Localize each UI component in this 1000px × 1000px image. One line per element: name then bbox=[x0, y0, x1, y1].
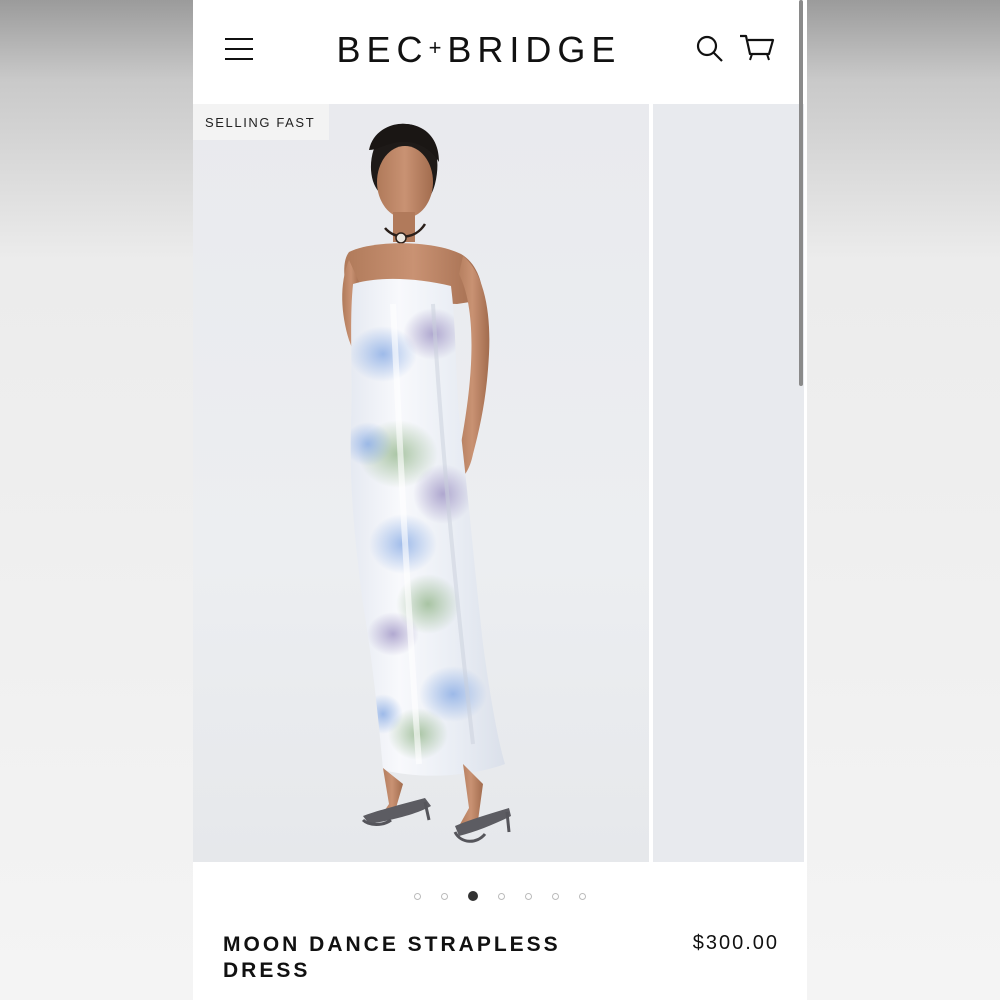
pagination-dot-5[interactable] bbox=[525, 892, 532, 900]
pagination-dot-2[interactable] bbox=[441, 892, 448, 900]
scrollbar[interactable] bbox=[799, 0, 803, 386]
pagination-dot-6[interactable] bbox=[552, 892, 559, 900]
pagination-dot-7[interactable] bbox=[579, 892, 586, 900]
left-backdrop bbox=[0, 0, 193, 1000]
brand-logo[interactable]: BEC + BRIDGE bbox=[289, 28, 669, 72]
product-image-main[interactable]: SELLING FAST bbox=[193, 104, 649, 862]
site-header: BEC + BRIDGE bbox=[193, 0, 807, 104]
hamburger-menu-icon[interactable] bbox=[223, 36, 255, 62]
brand-left: BEC bbox=[336, 29, 429, 70]
model-dress-photo bbox=[342, 123, 511, 843]
cart-icon[interactable] bbox=[739, 32, 775, 64]
product-gallery[interactable]: SELLING FAST bbox=[193, 104, 807, 864]
pagination-dot-4[interactable] bbox=[498, 892, 505, 900]
product-title: MOON DANCE STRAPLESS DRESS bbox=[223, 933, 561, 982]
brand-plus: + bbox=[428, 35, 442, 60]
gallery-pagination bbox=[193, 886, 807, 906]
right-backdrop bbox=[807, 0, 1000, 1000]
product-image-next[interactable] bbox=[653, 104, 804, 862]
pagination-dot-3-active[interactable] bbox=[468, 891, 478, 901]
search-icon[interactable] bbox=[695, 34, 725, 64]
product-price: $300.00 bbox=[692, 932, 779, 954]
pagination-dot-1[interactable] bbox=[414, 892, 421, 900]
brand-right: BRIDGE bbox=[447, 29, 622, 70]
phone-screen: BEC + BRIDGE SELLING FAST MOON DANCE STR… bbox=[193, 0, 807, 1000]
selling-fast-badge: SELLING FAST bbox=[193, 104, 330, 140]
